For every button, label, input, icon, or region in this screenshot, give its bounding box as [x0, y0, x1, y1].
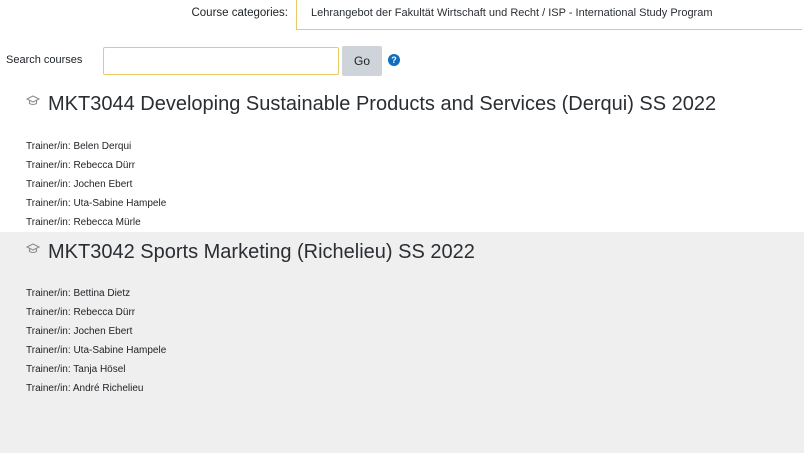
trainer-role: Trainer/in	[26, 345, 68, 356]
trainer-item: Trainer/in: Tanja Hösel	[26, 364, 126, 375]
search-label: Search courses	[6, 54, 83, 66]
trainer-name-link[interactable]: Tanja Hösel	[73, 364, 125, 375]
course-search-page: Course categories: Lehrangebot der Fakul…	[0, 0, 804, 453]
trainer-name-link[interactable]: Rebecca Dürr	[73, 160, 135, 171]
trainer-role: Trainer/in	[26, 217, 68, 228]
trainer-list: Trainer/in: Bettina Dietz Trainer/in: Re…	[26, 284, 804, 398]
trainer-name-link[interactable]: Bettina Dietz	[73, 288, 130, 299]
trainer-role: Trainer/in	[26, 383, 68, 394]
trainer-item: Trainer/in: Rebecca Mürle	[26, 217, 141, 228]
course-icon	[26, 95, 40, 106]
trainer-list: Trainer/in: Belen Derqui Trainer/in: Reb…	[26, 137, 804, 232]
category-row: Course categories: Lehrangebot der Fakul…	[0, 0, 804, 31]
trainer-role: Trainer/in	[26, 198, 68, 209]
course-icon	[26, 243, 40, 254]
category-select[interactable]: Lehrangebot der Fakultät Wirtschaft und …	[296, 0, 802, 30]
course-title-text: MKT3044 Developing Sustainable Products …	[48, 93, 717, 115]
trainer-item: Trainer/in: André Richelieu	[26, 383, 144, 394]
trainer-role: Trainer/in	[26, 288, 68, 299]
trainer-name-link[interactable]: Jochen Ebert	[73, 179, 132, 190]
trainer-name-link[interactable]: Uta-Sabine Hampele	[73, 198, 166, 209]
trainer-role: Trainer/in	[26, 160, 68, 171]
trainer-item: Trainer/in: Bettina Dietz	[26, 288, 131, 299]
trainer-item: Trainer/in: Jochen Ebert	[26, 326, 133, 337]
trainer-role: Trainer/in	[26, 179, 68, 190]
trainer-item: Trainer/in: Uta-Sabine Hampele	[26, 198, 167, 209]
trainer-name-link[interactable]: Uta-Sabine Hampele	[73, 345, 166, 356]
trainer-role: Trainer/in	[26, 141, 68, 152]
trainer-item: Trainer/in: Uta-Sabine Hampele	[26, 345, 167, 356]
category-selected-value: Lehrangebot der Fakultät Wirtschaft und …	[311, 7, 713, 19]
question-circle-icon[interactable]: ?	[388, 54, 400, 66]
trainer-name-link[interactable]: Belen Derqui	[73, 141, 131, 152]
trainer-name-link[interactable]: André Richelieu	[73, 383, 144, 394]
trainer-role: Trainer/in	[26, 326, 68, 337]
trainer-item: Trainer/in: Rebecca Dürr	[26, 307, 136, 318]
course-box: MKT3044 Developing Sustainable Products …	[0, 84, 804, 232]
search-input[interactable]	[103, 47, 339, 75]
course-title-link[interactable]: MKT3044 Developing Sustainable Products …	[26, 84, 804, 116]
trainer-name-link[interactable]: Jochen Ebert	[73, 326, 132, 337]
trainer-item: Trainer/in: Rebecca Dürr	[26, 160, 136, 171]
trainer-name-link[interactable]: Rebecca Dürr	[73, 307, 135, 318]
category-label: Course categories:	[191, 7, 288, 19]
trainer-item: Trainer/in: Jochen Ebert	[26, 179, 133, 190]
trainer-item: Trainer/in: Belen Derqui	[26, 141, 132, 152]
go-button[interactable]: Go	[342, 46, 382, 76]
course-title-text: MKT3042 Sports Marketing (Richelieu) SS …	[48, 241, 475, 263]
trainer-role: Trainer/in	[26, 307, 68, 318]
course-title-link[interactable]: MKT3042 Sports Marketing (Richelieu) SS …	[26, 232, 804, 264]
course-box: MKT3042 Sports Marketing (Richelieu) SS …	[0, 232, 804, 453]
trainer-name-link[interactable]: Rebecca Mürle	[73, 217, 140, 228]
trainer-role: Trainer/in	[26, 364, 68, 375]
